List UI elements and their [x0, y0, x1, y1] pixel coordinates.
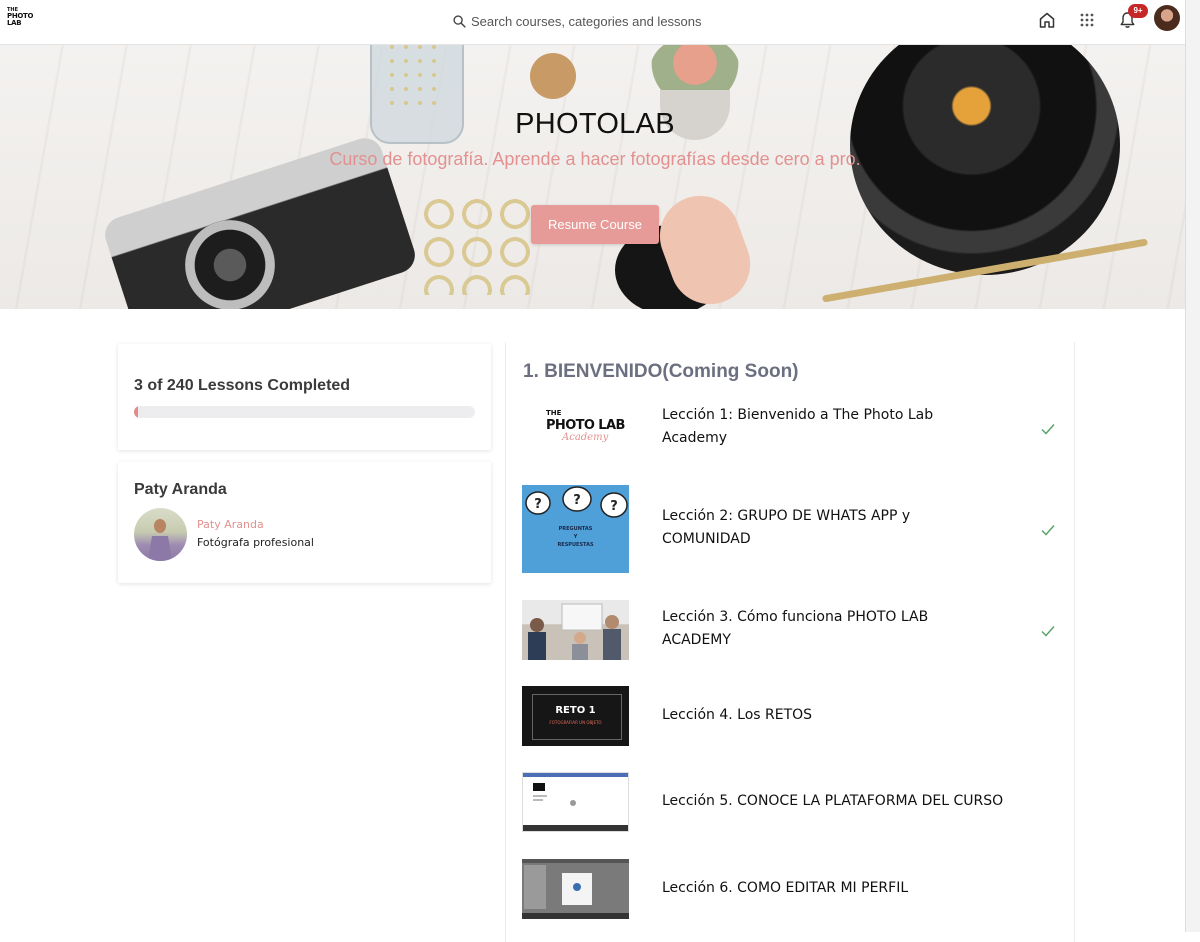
thumb-text-line-2: FOTOGRAFIAR UN OBJETO: [549, 720, 602, 725]
lesson-title: Lección 4. Los RETOS: [662, 707, 813, 723]
binder-clips: [420, 195, 530, 295]
lesson-title: Lección 1: Bienvenido a The Photo Lab Ac…: [662, 407, 934, 446]
course-title: PHOTOLAB: [515, 108, 675, 140]
thumb-frame: [532, 694, 622, 740]
lesson-thumbnail: [522, 600, 629, 660]
lesson-title: Lección 3. Cómo funciona PHOTO LAB ACADE…: [662, 609, 929, 648]
thumb-text-line-1: THE: [546, 409, 562, 417]
cork: [530, 53, 576, 99]
camera-lens-small: [185, 220, 275, 309]
lesson-thumbnail: [522, 859, 629, 919]
lesson-item[interactable]: ??? PREGUNTAS Y RESPUESTAS Lección 2: GR…: [506, 482, 1074, 573]
lesson-thumbnail: RETO 1 FOTOGRAFIAR UN OBJETO: [522, 686, 629, 746]
thumb-text-line-1: PREGUNTAS: [558, 526, 593, 532]
meeting-photo: [528, 603, 621, 660]
check-icon: [1041, 525, 1055, 536]
lesson-item[interactable]: Lección 3. Cómo funciona PHOTO LAB ACADE…: [506, 585, 1074, 675]
logo-line-2: PHOTO LAB: [7, 12, 34, 27]
check-icon: [1041, 626, 1055, 637]
thumb-text-line-3: RESPUESTAS: [557, 542, 594, 548]
course-subtitle: Curso de fotografía. Aprende a hacer fot…: [329, 149, 861, 169]
svg-text:?: ?: [610, 499, 618, 514]
apps-grid-icon: [1080, 13, 1094, 27]
instructor-card: Paty Aranda Paty Aranda Fotógrafa profes…: [118, 462, 491, 583]
lesson-item[interactable]: RETO 1 FOTOGRAFIAR UN OBJETO Lección 4. …: [506, 675, 1074, 765]
lesson-item[interactable]: Lección 5. CONOCE LA PLATAFORMA DEL CURS…: [506, 762, 1074, 852]
progress-bar-fill: [134, 406, 139, 418]
instructor-role: Fotógrafa profesional: [197, 536, 314, 549]
home-button[interactable]: [1036, 9, 1058, 31]
profile-screenshot: [522, 859, 629, 919]
apps-button[interactable]: [1076, 9, 1098, 31]
thumb-text-line-2: Y: [573, 534, 578, 540]
lesson-item[interactable]: Lección 6. COMO EDITAR MI PERFIL: [506, 849, 1074, 939]
svg-text:?: ?: [534, 497, 542, 512]
thumb-text: PREGUNTAS Y RESPUESTAS: [522, 525, 629, 549]
progress-card: 3 of 240 Lessons Completed: [118, 344, 491, 450]
thumb-text-line-2: PHOTO LAB: [546, 418, 625, 433]
instructor-photo: [148, 519, 172, 561]
instructor-avatar: [134, 508, 187, 561]
lesson-title: Lección 2: GRUPO DE WHATS APP y COMUNIDA…: [662, 508, 911, 547]
user-avatar[interactable]: [1154, 5, 1180, 31]
thumb-text-line-3: Academy: [562, 432, 609, 443]
thumb-text-line-1: RETO 1: [555, 705, 596, 716]
course-hero-banner: PHOTOLAB Curso de fotografía. Aprende a …: [0, 45, 1185, 309]
svg-text:?: ?: [573, 493, 581, 508]
site-logo[interactable]: THE PHOTO LAB: [7, 8, 41, 34]
lesson-title: Lección 6. COMO EDITAR MI PERFIL: [662, 880, 909, 896]
progress-bar: [134, 406, 475, 418]
lesson-thumbnail: ??? PREGUNTAS Y RESPUESTAS: [522, 485, 629, 573]
progress-text: 3 of 240 Lessons Completed: [134, 377, 351, 394]
lesson-thumbnail: THE PHOTO LAB Academy: [522, 397, 629, 457]
page-scrollbar[interactable]: [1185, 0, 1200, 932]
top-bar: THE PHOTO LAB 9+: [0, 0, 1185, 45]
resume-course-button[interactable]: Resume Course: [531, 205, 659, 244]
check-icon: [1041, 424, 1055, 435]
lesson-item[interactable]: THE PHOTO LAB Academy Lección 1: Bienven…: [506, 387, 1074, 477]
section-title: 1. BIENVENIDO(Coming Soon): [523, 361, 799, 382]
notification-badge: 9+: [1128, 4, 1148, 18]
search-bar[interactable]: [453, 10, 713, 32]
platform-screenshot: [523, 773, 628, 831]
instructor-name-heading: Paty Aranda: [134, 481, 227, 498]
home-icon: [1039, 12, 1055, 28]
search-icon: [453, 14, 466, 28]
lesson-thumbnail: [522, 772, 629, 832]
search-input[interactable]: [471, 13, 706, 29]
instructor-link[interactable]: Paty Aranda: [197, 518, 264, 531]
lessons-panel: 1. BIENVENIDO(Coming Soon) THE PHOTO LAB…: [505, 342, 1075, 942]
lesson-title: Lección 5. CONOCE LA PLATAFORMA DEL CURS…: [662, 793, 1004, 809]
paper-clips: [385, 45, 440, 110]
